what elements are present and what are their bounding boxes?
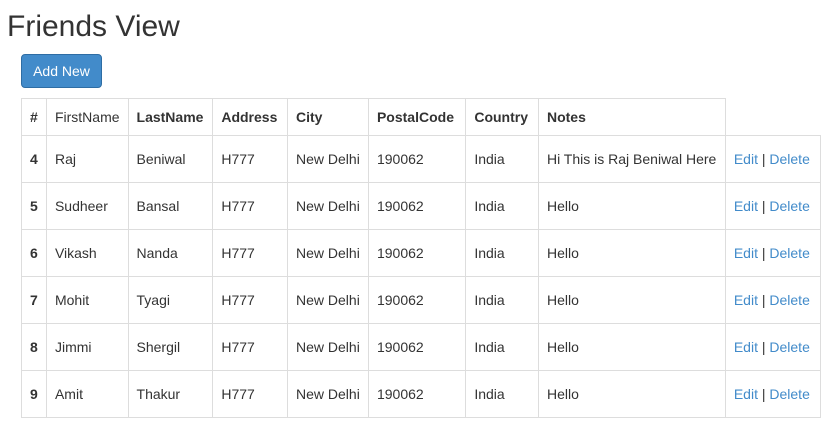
cell-actions: Edit | Delete xyxy=(724,135,822,183)
header-actions xyxy=(724,98,821,136)
action-separator: | xyxy=(761,245,766,261)
edit-link[interactable]: Edit xyxy=(734,245,758,261)
cell-notes: Hello xyxy=(537,370,726,418)
table-row: 9 Amit Thakur H777 New Delhi 190062 Indi… xyxy=(21,370,822,418)
cell-actions: Edit | Delete xyxy=(724,276,822,324)
add-new-button[interactable]: Add New xyxy=(21,54,102,88)
table-row: 7 Mohit Tyagi H777 New Delhi 190062 Indi… xyxy=(21,276,822,324)
friends-table: # FirstName LastName Address City Postal… xyxy=(21,98,822,418)
cell-country: India xyxy=(465,323,539,371)
cell-id: 9 xyxy=(21,370,47,418)
cell-notes: Hello xyxy=(537,323,726,371)
cell-city: New Delhi xyxy=(287,229,369,277)
header-lastname: LastName xyxy=(127,98,214,136)
delete-link[interactable]: Delete xyxy=(769,339,809,355)
cell-postalcode: 190062 xyxy=(367,229,467,277)
cell-notes: Hello xyxy=(537,229,726,277)
table-header: # FirstName LastName Address City Postal… xyxy=(21,98,821,136)
delete-link[interactable]: Delete xyxy=(769,198,809,214)
cell-actions: Edit | Delete xyxy=(724,229,822,277)
cell-id: 5 xyxy=(21,182,47,230)
header-firstname: FirstName xyxy=(45,98,129,136)
cell-country: India xyxy=(465,370,539,418)
cell-postalcode: 190062 xyxy=(367,323,467,371)
cell-id: 7 xyxy=(21,276,47,324)
cell-country: India xyxy=(465,182,539,230)
table-row: 5 Sudheer Bansal H777 New Delhi 190062 I… xyxy=(21,182,822,230)
header-id: # xyxy=(21,98,47,136)
cell-notes: Hi This is Raj Beniwal Here xyxy=(537,135,726,183)
cell-address: H777 xyxy=(212,276,288,324)
edit-link[interactable]: Edit xyxy=(734,292,758,308)
cell-address: H777 xyxy=(212,182,288,230)
cell-address: H777 xyxy=(212,370,288,418)
action-separator: | xyxy=(761,198,766,214)
cell-lastname: Nanda xyxy=(127,229,214,277)
cell-city: New Delhi xyxy=(287,135,369,183)
delete-link[interactable]: Delete xyxy=(769,292,809,308)
cell-firstname: Amit xyxy=(45,370,129,418)
header-notes: Notes xyxy=(537,98,726,136)
cell-city: New Delhi xyxy=(287,276,369,324)
cell-firstname: Mohit xyxy=(45,276,129,324)
header-postalcode: PostalCode xyxy=(367,98,467,136)
cell-notes: Hello xyxy=(537,182,726,230)
table-row: 8 Jimmi Shergil H777 New Delhi 190062 In… xyxy=(21,323,822,371)
cell-firstname: Vikash xyxy=(45,229,129,277)
delete-link[interactable]: Delete xyxy=(769,245,809,261)
table-row: 4 Raj Beniwal H777 New Delhi 190062 Indi… xyxy=(21,135,822,183)
cell-postalcode: 190062 xyxy=(367,182,467,230)
edit-link[interactable]: Edit xyxy=(734,386,758,402)
action-separator: | xyxy=(761,386,766,402)
action-separator: | xyxy=(761,151,766,167)
cell-postalcode: 190062 xyxy=(367,276,467,324)
delete-link[interactable]: Delete xyxy=(769,151,809,167)
cell-actions: Edit | Delete xyxy=(724,370,822,418)
cell-id: 8 xyxy=(21,323,47,371)
cell-lastname: Shergil xyxy=(127,323,214,371)
cell-lastname: Thakur xyxy=(127,370,214,418)
cell-country: India xyxy=(465,276,539,324)
cell-id: 4 xyxy=(21,135,47,183)
cell-notes: Hello xyxy=(537,276,726,324)
table-body: 4 Raj Beniwal H777 New Delhi 190062 Indi… xyxy=(21,135,822,418)
action-separator: | xyxy=(761,339,766,355)
cell-city: New Delhi xyxy=(287,370,369,418)
edit-link[interactable]: Edit xyxy=(734,151,758,167)
action-separator: | xyxy=(761,292,766,308)
header-row: # FirstName LastName Address City Postal… xyxy=(21,98,821,136)
header-city: City xyxy=(287,98,369,136)
header-address: Address xyxy=(212,98,288,136)
header-country: Country xyxy=(465,98,539,136)
page-title: Friends View xyxy=(7,10,180,43)
cell-firstname: Jimmi xyxy=(45,323,129,371)
cell-lastname: Tyagi xyxy=(127,276,214,324)
edit-link[interactable]: Edit xyxy=(734,339,758,355)
cell-lastname: Beniwal xyxy=(127,135,214,183)
cell-firstname: Raj xyxy=(45,135,129,183)
table-row: 6 Vikash Nanda H777 New Delhi 190062 Ind… xyxy=(21,229,822,277)
cell-country: India xyxy=(465,135,539,183)
delete-link[interactable]: Delete xyxy=(769,386,809,402)
cell-address: H777 xyxy=(212,323,288,371)
cell-address: H777 xyxy=(212,229,288,277)
cell-country: India xyxy=(465,229,539,277)
edit-link[interactable]: Edit xyxy=(734,198,758,214)
cell-city: New Delhi xyxy=(287,323,369,371)
cell-actions: Edit | Delete xyxy=(724,182,822,230)
cell-lastname: Bansal xyxy=(127,182,214,230)
cell-postalcode: 190062 xyxy=(367,135,467,183)
cell-id: 6 xyxy=(21,229,47,277)
cell-postalcode: 190062 xyxy=(367,370,467,418)
cell-address: H777 xyxy=(212,135,288,183)
cell-actions: Edit | Delete xyxy=(724,323,822,371)
cell-firstname: Sudheer xyxy=(45,182,129,230)
cell-city: New Delhi xyxy=(287,182,369,230)
